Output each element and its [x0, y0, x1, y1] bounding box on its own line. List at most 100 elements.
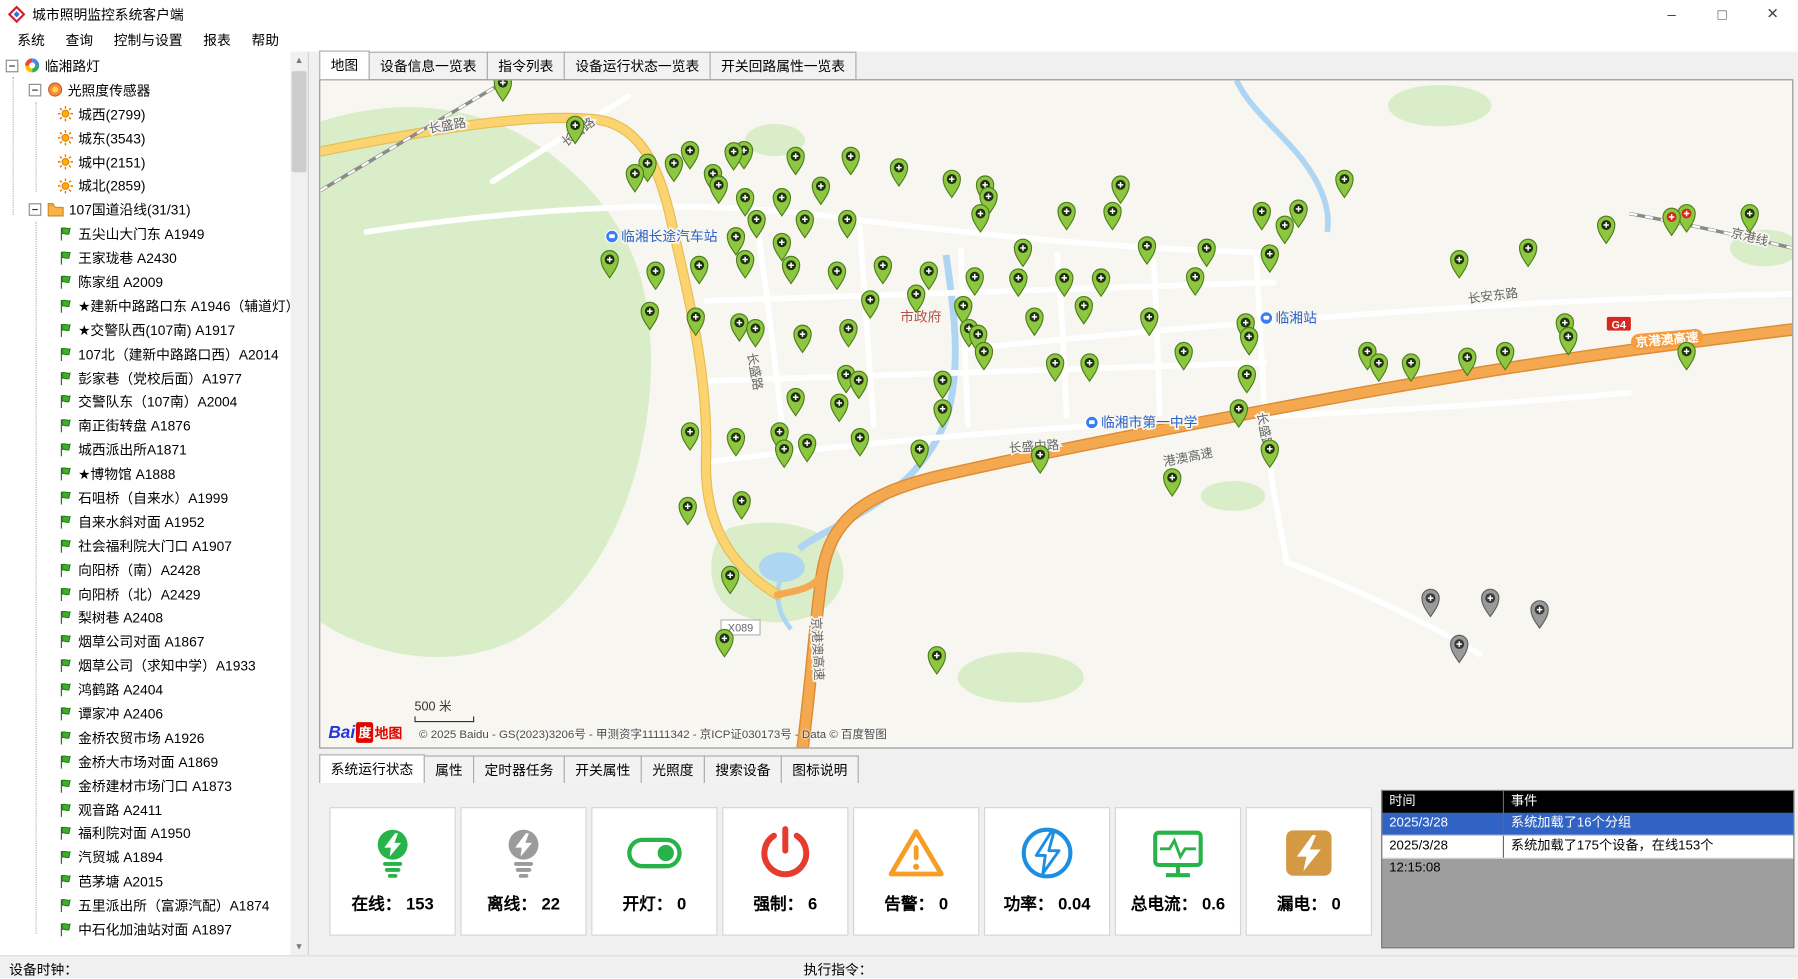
tree-scrollbar[interactable]: ▲ ▼ [290, 52, 307, 956]
window-title: 城市照明监控系统客户端 [32, 4, 184, 24]
main-tab[interactable]: 设备运行状态一览表 [564, 52, 711, 80]
tree-node-sensor[interactable]: 城北(2859) [0, 174, 290, 198]
tree-node-device[interactable]: 南正街转盘 A1876 [0, 414, 290, 438]
status-card-online: 在线： 153 [330, 807, 456, 936]
menu-item[interactable]: 报表 [193, 28, 241, 52]
online-value: 153 [406, 896, 434, 914]
streetlight-device-icon [57, 225, 73, 242]
baidu-logo: Bai度地图 [328, 722, 402, 743]
tree-node-device[interactable]: 中石化加油站对面 A1897 [0, 917, 290, 941]
tree-node-device[interactable]: 谭家冲 A2406 [0, 702, 290, 726]
poi-label: 市政府 [900, 308, 942, 324]
tree-node-device[interactable]: ★交警队西(107南) A1917 [0, 318, 290, 342]
tree-node-sensor-group[interactable]: 光照度传感器 [0, 78, 290, 102]
tree-node-device[interactable]: 金桥建材市场门口 A1873 [0, 773, 290, 797]
root-icon [24, 58, 40, 74]
tree-node-device[interactable]: 五尖山大门东 A1949 [0, 222, 290, 246]
bottom-tab[interactable]: 定时器任务 [473, 755, 565, 783]
tree-node-device[interactable]: 烟草公司（求知中学）A1933 [0, 654, 290, 678]
alarm-icon [886, 819, 946, 888]
menu-item[interactable]: 帮助 [241, 28, 289, 52]
tree-node-device[interactable]: 向阳桥（南）A2428 [0, 558, 290, 582]
tree-node-device[interactable]: 鸿鹤路 A2404 [0, 678, 290, 702]
minimize-button[interactable]: – [1646, 0, 1697, 28]
close-button[interactable]: ✕ [1747, 0, 1798, 28]
streetlight-device-icon [57, 729, 73, 746]
tree-node-device[interactable]: 烟草公司对面 A1867 [0, 630, 290, 654]
expander-icon[interactable] [29, 84, 42, 97]
svg-text:临湘长途汽车站: 临湘长途汽车站 [621, 228, 718, 244]
poi-label: 临湘站 [1260, 311, 1317, 326]
titlebar: 城市照明监控系统客户端 – □ ✕ [0, 0, 1798, 28]
svg-text:临湘站: 临湘站 [1276, 311, 1318, 326]
main-tab[interactable]: 开关回路属性一览表 [710, 52, 857, 80]
maximize-button[interactable]: □ [1697, 0, 1748, 28]
tree-node-sensor[interactable]: 城中(2151) [0, 150, 290, 174]
streetlight-device-icon [57, 441, 73, 458]
expander-icon[interactable] [6, 60, 19, 73]
light-sensor-icon [57, 154, 73, 170]
bottom-tab[interactable]: 开关属性 [564, 755, 642, 783]
tree-node-sensor[interactable]: 城东(3543) [0, 126, 290, 150]
streetlight-device-icon [57, 345, 73, 362]
bottom-tab[interactable]: 系统运行状态 [319, 754, 425, 783]
tree-node-device[interactable]: 彭家巷（党校后面）A1977 [0, 366, 290, 390]
sensor-group-icon [47, 82, 63, 98]
streetlight-device-icon [57, 585, 73, 602]
bottom-tab[interactable]: 属性 [424, 755, 475, 783]
tree-node-device[interactable]: 汽贸城 A1894 [0, 845, 290, 869]
menu-item[interactable]: 系统 [7, 28, 55, 52]
status-card-forced: 强制： 6 [722, 807, 848, 936]
tree-node-device[interactable]: 观音路 A2411 [0, 797, 290, 821]
tree-node-device[interactable]: 陈家组 A2009 [0, 270, 290, 294]
offline-icon [495, 819, 552, 888]
event-row[interactable]: 2025/3/28 12:15:08 系统加载了16个分组 [1382, 813, 1793, 836]
streetlight-device-icon [57, 297, 73, 314]
tree-node-device-group[interactable]: 107国道沿线(31/31) [0, 198, 290, 222]
bottom-tab[interactable]: 图标说明 [781, 755, 859, 783]
tree-node-device[interactable]: 石咀桥（自来水）A1999 [0, 486, 290, 510]
bottom-tab[interactable]: 光照度 [641, 755, 705, 783]
menu-item[interactable]: 查询 [55, 28, 103, 52]
tree-node-device[interactable]: ★博物馆 A1888 [0, 462, 290, 486]
tree-node-device[interactable]: 王家珑巷 A2430 [0, 246, 290, 270]
expander-icon[interactable] [29, 204, 42, 217]
leakage-icon [1280, 819, 1337, 888]
tree-node-device[interactable]: 金桥农贸市场 A1926 [0, 726, 290, 750]
tree-node-sensor[interactable]: 城西(2799) [0, 102, 290, 126]
scroll-down-icon[interactable]: ▼ [290, 938, 307, 955]
event-row[interactable]: 2025/3/28 12:15:08 系统加载了175个设备，在线153个 [1382, 836, 1793, 859]
main-tab[interactable]: 地图 [319, 51, 370, 80]
tree-node-device[interactable]: 五里派出所（富源汽配）A1874 [0, 893, 290, 917]
main-tab[interactable]: 设备信息一览表 [369, 52, 488, 80]
main-tab[interactable]: 指令列表 [487, 52, 565, 80]
tree-node-device[interactable]: 向阳桥（北）A2429 [0, 582, 290, 606]
tree-node-device[interactable]: 自来水斜对面 A1952 [0, 510, 290, 534]
menu-item[interactable]: 控制与设置 [103, 28, 193, 52]
streetlight-device-icon [57, 273, 73, 290]
svg-text:G4: G4 [1612, 319, 1627, 331]
tree-node-device[interactable]: 芭茅塘 A2015 [0, 869, 290, 893]
tree-node-device[interactable]: 107北（建新中路路口西）A2014 [0, 342, 290, 366]
map-canvas[interactable]: 长盛路长白路 临湘长途汽车站市政府 临湘站长安东路 临湘市第一中学长盛中路长盛路… [319, 79, 1793, 748]
tree-node-device[interactable]: ★建新中路路口东 A1946（辅道灯） [0, 294, 290, 318]
tree-node-device[interactable]: 交警队东（107南）A2004 [0, 390, 290, 414]
device-tree-panel: 临湘路灯 光照度传感器 城西(2799) 城东(3543) 城中(2151) 城… [0, 52, 309, 956]
streetlight-device-icon [57, 657, 73, 674]
tree-node-device[interactable]: 金桥大市场对面 A1869 [0, 750, 290, 774]
streetlight-device-icon [57, 369, 73, 386]
streetlight-device-icon [57, 465, 73, 482]
scrollbar-thumb[interactable] [292, 71, 307, 172]
streetlight-device-icon [57, 825, 73, 842]
tree-node-device[interactable]: 福利院对面 A1950 [0, 821, 290, 845]
tree-node-root[interactable]: 临湘路灯 [0, 54, 290, 78]
scroll-up-icon[interactable]: ▲ [290, 52, 307, 69]
tree-guide [13, 77, 14, 215]
bottom-tab[interactable]: 搜索设备 [704, 755, 782, 783]
tree-node-device[interactable]: 城西派出所A1871 [0, 438, 290, 462]
tree-node-device[interactable]: 梨树巷 A2408 [0, 606, 290, 630]
light-sensor-icon [57, 178, 73, 194]
tree-node-device[interactable]: 社会福利院大门口 A1907 [0, 534, 290, 558]
power-value: 0.04 [1058, 896, 1090, 914]
leakage-value: 0 [1331, 896, 1340, 914]
